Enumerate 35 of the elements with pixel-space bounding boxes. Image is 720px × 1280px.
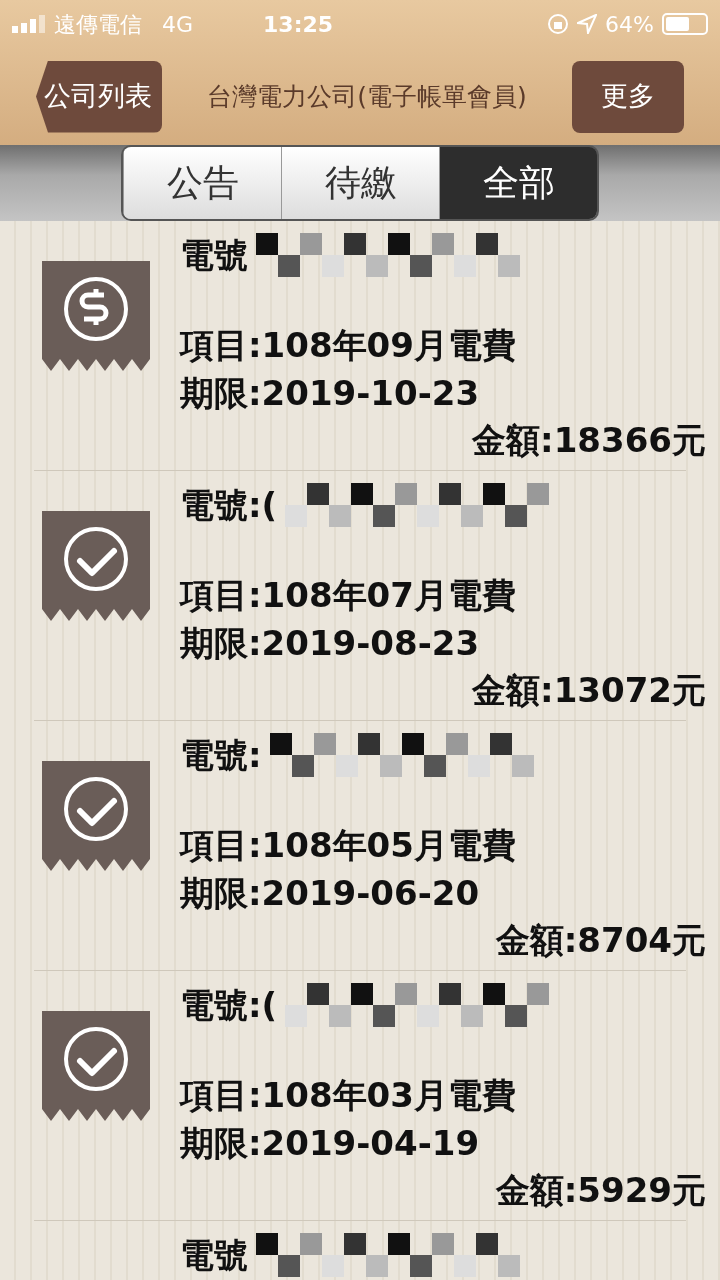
meter-number-label: 電號:( (180, 483, 278, 527)
back-button[interactable]: 公司列表 (36, 60, 162, 133)
meter-number-label: 電號 (180, 1233, 248, 1277)
meter-number-label: 電號 (180, 233, 248, 277)
check-tag-icon (42, 511, 150, 623)
amount: 金額:5929元 (495, 1169, 706, 1212)
location-arrow-icon (577, 14, 598, 34)
due-date: 期限:2019-08-23 (180, 622, 481, 665)
dollar-tag-icon (42, 261, 150, 373)
battery-icon (662, 13, 708, 35)
battery-percent: 64% (605, 10, 654, 39)
check-tag-icon (42, 761, 150, 873)
page-title: 台灣電力公司(電子帳單會員) (206, 80, 528, 113)
bill-item: 項目:108年09月電費 (180, 324, 517, 367)
meter-number-label: 電號: (180, 733, 262, 777)
check-tag-icon (42, 1011, 150, 1123)
rotation-lock-icon (547, 13, 570, 35)
amount: 金額:18366元 (472, 419, 706, 462)
tab[interactable]: 全部 (439, 147, 597, 219)
network-label: 4G (162, 10, 194, 39)
carrier-label: 遠傳電信 (54, 10, 142, 39)
due-date: 期限:2019-04-19 (180, 1122, 481, 1165)
due-date: 期限:2019-10-23 (180, 372, 481, 415)
signal-icon (12, 15, 46, 33)
bill-item: 項目:108年03月電費 (180, 1074, 517, 1117)
due-date: 期限:2019-06-20 (180, 872, 481, 915)
meter-number-label: 電號:( (180, 983, 278, 1027)
more-button[interactable]: 更多 (572, 60, 684, 133)
tab[interactable]: 待繳 (281, 147, 439, 219)
amount: 金額:8704元 (495, 919, 706, 962)
tab[interactable]: 公告 (123, 147, 281, 219)
bill-item: 項目:108年05月電費 (180, 824, 517, 867)
amount: 金額:13072元 (472, 669, 706, 712)
bill-item: 項目:108年07月電費 (180, 574, 517, 617)
clock-time: 13:25 (263, 10, 334, 39)
